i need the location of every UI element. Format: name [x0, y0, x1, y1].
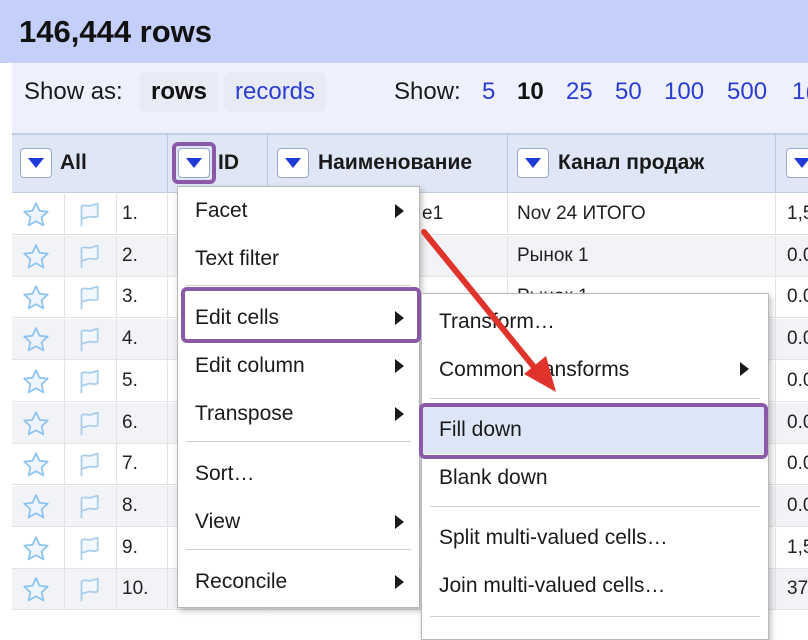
annotation-arrow-icon: [421, 229, 556, 392]
